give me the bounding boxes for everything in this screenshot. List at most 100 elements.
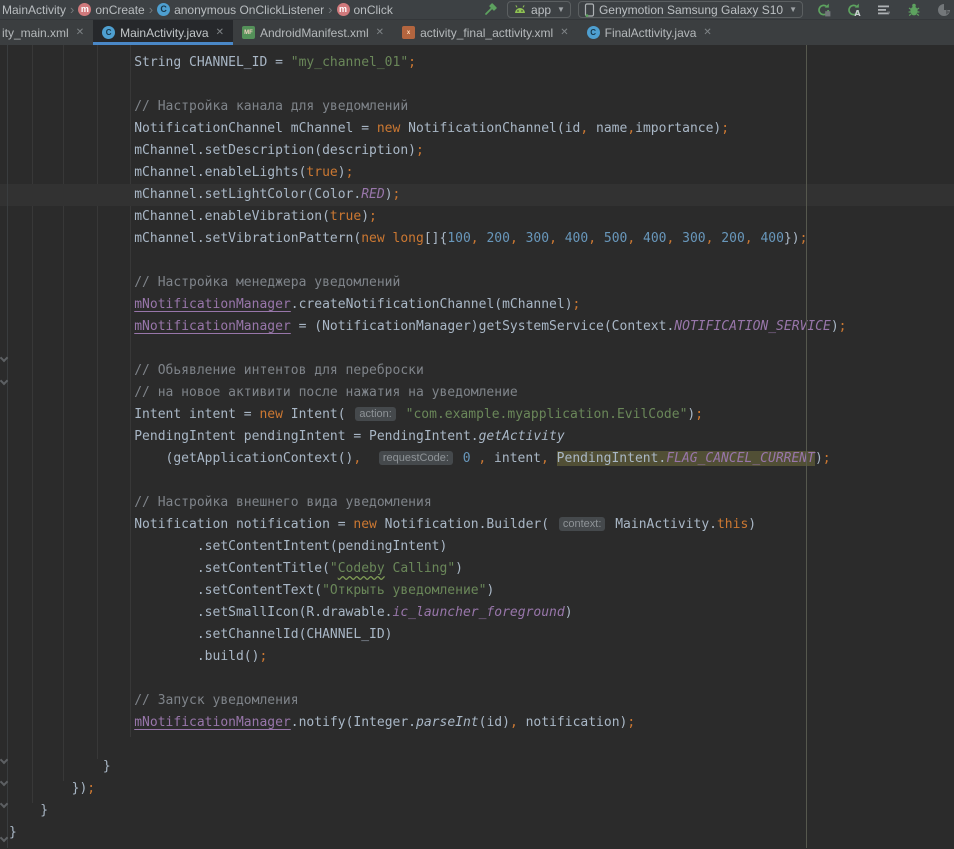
- code-line[interactable]: mNotificationManager.createNotificationC…: [9, 294, 954, 316]
- breadcrumb-label: anonymous OnClickListener: [174, 3, 324, 17]
- rerun-icon: [816, 2, 832, 18]
- close-icon[interactable]: ✕: [376, 27, 384, 38]
- code-line[interactable]: // Настройка канала для уведомлений: [9, 96, 954, 118]
- profiler-icon: [936, 2, 952, 18]
- close-icon[interactable]: ✕: [216, 27, 224, 38]
- run-toolbar: app ▼ Genymotion Samsung Galaxy S10 ▼: [480, 1, 954, 19]
- editor-tab-bar: ity_main.xml✕ C MainActivity.java ✕ MF Androi…: [0, 20, 954, 45]
- fold-marker-icon[interactable]: [0, 377, 8, 385]
- code-line[interactable]: String CHANNEL_ID = "my_channel_01";: [9, 52, 954, 74]
- breadcrumb-separator: ›: [328, 2, 332, 17]
- code-line[interactable]: mChannel.setLightColor(Color.RED);: [9, 184, 954, 206]
- code-line[interactable]: });: [9, 778, 954, 800]
- code-line[interactable]: NotificationChannel mChannel = new Notif…: [9, 118, 954, 140]
- code-line[interactable]: // Настройка менеджера уведомлений: [9, 272, 954, 294]
- code-line[interactable]: mNotificationManager.notify(Integer.pars…: [9, 712, 954, 734]
- tab-AndroidManifest.xml[interactable]: MF AndroidManifest.xml ✕: [233, 20, 393, 45]
- method-icon: m: [78, 3, 91, 16]
- fold-marker-icon[interactable]: [0, 778, 8, 786]
- code-line[interactable]: Intent intent = new Intent( action: "com…: [9, 404, 954, 426]
- build-button[interactable]: [480, 1, 500, 19]
- breadcrumb-label: onCreate: [95, 3, 144, 17]
- tab-label: FinalActtivity.java: [605, 26, 697, 40]
- tab-MainActivity.java[interactable]: C MainActivity.java ✕: [93, 20, 233, 45]
- close-icon[interactable]: ✕: [560, 27, 568, 38]
- device-label: Genymotion Samsung Galaxy S10: [599, 3, 783, 17]
- tab-label: AndroidManifest.xml: [260, 26, 369, 40]
- tab-FinalActtivity.java[interactable]: C FinalActtivity.java ✕: [578, 20, 721, 45]
- run-list-button[interactable]: [874, 1, 894, 19]
- fold-marker-icon[interactable]: [0, 800, 8, 808]
- code-line[interactable]: mChannel.enableLights(true);: [9, 162, 954, 184]
- apply-changes-icon: A: [846, 2, 862, 18]
- tab-ity_main.xml[interactable]: ity_main.xml✕: [0, 20, 93, 45]
- close-icon[interactable]: ✕: [76, 27, 84, 38]
- hard-wrap-guide: [806, 45, 807, 848]
- code-line[interactable]: [9, 338, 954, 360]
- tab-label: activity_final_acttivity.xml: [420, 26, 553, 40]
- fold-marker-icon[interactable]: [0, 834, 8, 842]
- breadcrumb-label: MainActivity: [2, 3, 66, 17]
- code-line[interactable]: .setSmallIcon(R.drawable.ic_launcher_for…: [9, 602, 954, 624]
- code-line[interactable]: [9, 734, 954, 756]
- profiler-button[interactable]: [934, 1, 954, 19]
- code-line[interactable]: mChannel.setVibrationPattern(new long[]{…: [9, 228, 954, 250]
- code-line[interactable]: .build();: [9, 646, 954, 668]
- breadcrumb-item[interactable]: Canonymous OnClickListener: [157, 3, 324, 17]
- class-icon: C: [157, 3, 170, 16]
- code-line[interactable]: mNotificationManager = (NotificationMana…: [9, 316, 954, 338]
- svg-text:A: A: [854, 9, 861, 18]
- java-file-icon: C: [102, 26, 115, 39]
- breadcrumb: MainActivity › m onCreate › Canonymous OnClic…: [2, 2, 393, 17]
- parameter-hint: context:: [559, 517, 606, 531]
- manifest-file-icon: MF: [242, 26, 255, 39]
- java-file-icon: C: [587, 26, 600, 39]
- breadcrumb-item[interactable]: monClick: [337, 3, 393, 17]
- breadcrumb-label: onClick: [354, 3, 393, 17]
- navigation-bar: MainActivity › m onCreate › Canonymous OnClic…: [0, 0, 954, 20]
- xml-file-icon: x: [402, 26, 415, 39]
- code-line[interactable]: }: [9, 756, 954, 778]
- code-line[interactable]: Notification notification = new Notifica…: [9, 514, 954, 536]
- rerun-button[interactable]: [814, 1, 834, 19]
- code-line[interactable]: .setContentIntent(pendingIntent): [9, 536, 954, 558]
- apply-changes-button[interactable]: A: [844, 1, 864, 19]
- tab-activity_final_acttivity.xml[interactable]: x activity_final_acttivity.xml ✕: [393, 20, 578, 45]
- parameter-hint: action:: [355, 407, 395, 421]
- breadcrumb-separator: ›: [70, 2, 74, 17]
- code-line[interactable]: // на новое активити после нажатия на ув…: [9, 382, 954, 404]
- code-line[interactable]: // Запуск уведомления: [9, 690, 954, 712]
- code-line[interactable]: [9, 470, 954, 492]
- device-select[interactable]: Genymotion Samsung Galaxy S10 ▼: [578, 1, 803, 18]
- code-line[interactable]: mChannel.setDescription(description);: [9, 140, 954, 162]
- code-line[interactable]: // Настройка внешнего вида уведомления: [9, 492, 954, 514]
- fold-marker-icon[interactable]: [0, 756, 8, 764]
- code-line[interactable]: // Обьявление интентов для переброски: [9, 360, 954, 382]
- debug-button[interactable]: [904, 1, 924, 19]
- code-line[interactable]: }: [9, 822, 954, 844]
- code-area[interactable]: String CHANNEL_ID = "my_channel_01"; // …: [0, 45, 954, 844]
- code-line[interactable]: }: [9, 800, 954, 822]
- code-line[interactable]: .setChannelId(CHANNEL_ID): [9, 624, 954, 646]
- run-configuration-label: app: [531, 3, 551, 17]
- parameter-hint: requestCode:: [379, 451, 453, 465]
- code-line[interactable]: mChannel.enableVibration(true);: [9, 206, 954, 228]
- run-configuration-select[interactable]: app ▼: [507, 1, 571, 18]
- debug-icon: [906, 2, 922, 18]
- tab-label: MainActivity.java: [120, 26, 208, 40]
- breadcrumb-item[interactable]: MainActivity: [2, 3, 66, 17]
- code-line[interactable]: [9, 668, 954, 690]
- chevron-down-icon: ▼: [789, 5, 797, 14]
- code-line[interactable]: [9, 74, 954, 96]
- android-icon: [513, 3, 527, 16]
- device-phone-icon: [584, 3, 595, 17]
- fold-marker-icon[interactable]: [0, 354, 8, 362]
- code-line[interactable]: (getApplicationContext(), requestCode: 0…: [9, 448, 954, 470]
- code-line[interactable]: [9, 250, 954, 272]
- code-line[interactable]: PendingIntent pendingIntent = PendingInt…: [9, 426, 954, 448]
- editor-gutter[interactable]: [0, 45, 8, 848]
- close-icon[interactable]: ✕: [703, 27, 711, 38]
- code-line[interactable]: .setContentText("Открыть уведомление"): [9, 580, 954, 602]
- code-line[interactable]: .setContentTitle("Codeby Calling"): [9, 558, 954, 580]
- breadcrumb-item[interactable]: m onCreate: [78, 3, 144, 17]
